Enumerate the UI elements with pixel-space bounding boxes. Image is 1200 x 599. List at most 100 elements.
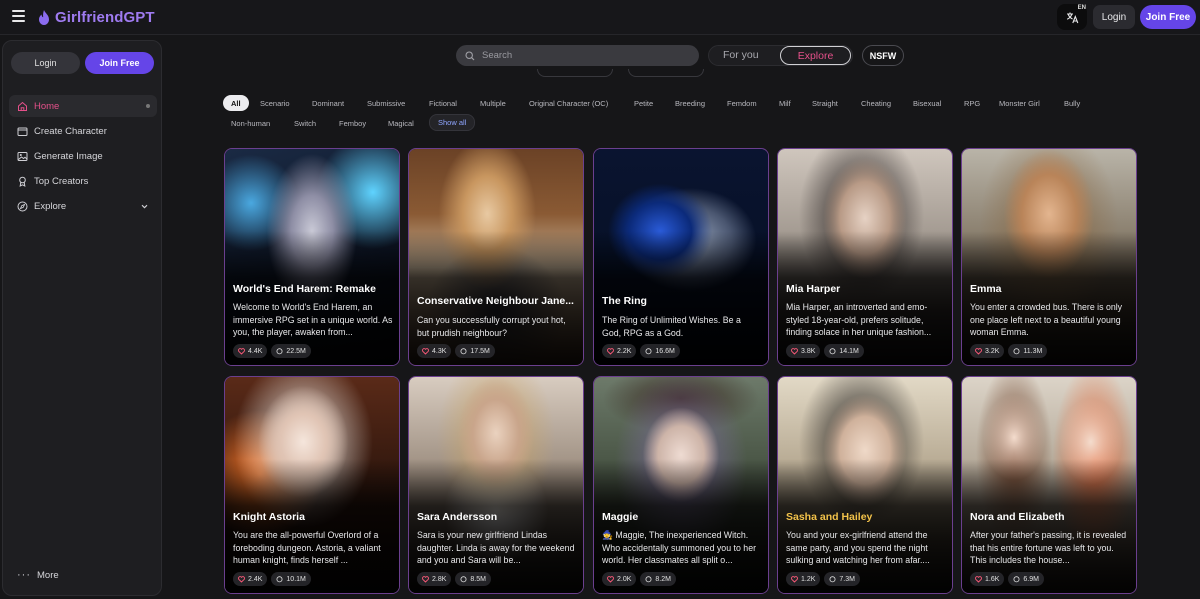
chip-straight[interactable]: Straight — [804, 95, 846, 111]
collapsed-tab-shadow — [537, 69, 613, 77]
chats-count: 7.3M — [824, 572, 860, 586]
chip-cheating[interactable]: Cheating — [853, 95, 899, 111]
card-description: 🧙 Maggie, The inexperienced Witch. Who a… — [602, 530, 757, 565]
sidebar-item-generate-image[interactable]: Generate Image — [9, 145, 157, 167]
translate-icon — [1066, 12, 1078, 23]
card-description: You and your ex-girlfriend attend the sa… — [786, 530, 930, 565]
card-title: Sasha and Hailey — [786, 511, 873, 523]
card-stats: 1.6K 6.9M — [970, 572, 1044, 586]
menu-icon[interactable] — [12, 10, 25, 22]
search-input[interactable]: Search — [456, 45, 699, 66]
sidebar-join-free-button[interactable]: Join Free — [85, 52, 154, 74]
chevron-down-icon[interactable] — [140, 202, 149, 214]
chat-bubble-icon — [645, 347, 652, 354]
show-all-button[interactable]: Show all — [429, 114, 476, 131]
create-icon — [17, 126, 28, 137]
language-badge: EN — [1077, 5, 1086, 11]
card-title: Maggie — [602, 511, 639, 523]
character-card[interactable]: The Ring The Ring of Unlimited Wishes. B… — [593, 148, 769, 366]
character-card[interactable]: World's End Harem: Remake Welcome to Wor… — [224, 148, 400, 366]
sidebar-login-button[interactable]: Login — [11, 52, 80, 74]
heart-icon — [422, 347, 429, 355]
card-stats: 1.2K 7.3M — [786, 572, 860, 586]
character-card[interactable]: Sara Andersson Sara is your new girlfrie… — [408, 376, 584, 594]
sidebar-nav: Home Create Character Generate Image Top… — [9, 95, 157, 221]
likes-count: 2.2K — [602, 344, 637, 358]
character-card[interactable]: Mia Harper Mia Harper, an introverted an… — [777, 148, 953, 366]
sidebar-item-label: Top Creators — [34, 176, 89, 188]
likes-count: 4.4K — [233, 344, 268, 358]
join-free-button[interactable]: Join Free — [1140, 5, 1196, 29]
card-title: Knight Astoria — [233, 511, 305, 523]
character-card[interactable]: Maggie 🧙 Maggie, The inexperienced Witch… — [593, 376, 769, 594]
character-card[interactable]: Emma You enter a crowded bus. There is o… — [961, 148, 1137, 366]
sidebar-item-home[interactable]: Home — [9, 95, 157, 117]
heart-icon — [791, 347, 798, 355]
chat-bubble-icon — [829, 575, 836, 582]
chip-rpg[interactable]: RPG — [956, 95, 988, 111]
home-icon — [17, 101, 28, 112]
chip-milf[interactable]: Milf — [771, 95, 799, 111]
heart-icon — [238, 575, 245, 583]
card-stats: 2.8K 8.5M — [417, 572, 491, 586]
chip-non-human[interactable]: Non-human — [223, 115, 278, 131]
chat-bubble-icon — [1013, 347, 1020, 354]
login-button[interactable]: Login — [1093, 5, 1135, 29]
likes-count: 3.8K — [786, 344, 821, 358]
card-stats: 4.4K 22.5M — [233, 344, 311, 358]
card-description: Mia Harper, an introverted and emo-style… — [786, 302, 932, 337]
likes-count: 1.6K — [970, 572, 1005, 586]
language-button[interactable]: EN — [1057, 4, 1087, 30]
sidebar-more[interactable]: ··· More — [17, 569, 59, 581]
chats-count: 10.1M — [271, 572, 311, 586]
heart-icon — [607, 347, 614, 355]
chats-count: 17.5M — [455, 344, 495, 358]
likes-count: 2.8K — [417, 572, 452, 586]
chip-bully[interactable]: Bully — [1056, 95, 1088, 111]
chip-breeding[interactable]: Breeding — [667, 95, 713, 111]
sidebar-item-create-character[interactable]: Create Character — [9, 120, 157, 142]
sidebar-item-label: Explore — [34, 201, 67, 213]
chat-bubble-icon — [645, 575, 652, 582]
tab-explore[interactable]: Explore — [780, 46, 851, 65]
tab-for-you[interactable]: For you — [723, 49, 759, 61]
card-title: The Ring — [602, 295, 647, 307]
card-description: After your father's passing, it is revea… — [970, 530, 1127, 565]
chip-femboy[interactable]: Femboy — [331, 115, 374, 131]
chip-scenario[interactable]: Scenario — [252, 95, 298, 111]
search-placeholder: Search — [482, 50, 513, 61]
logo[interactable]: GirlfriendGPT — [38, 9, 155, 26]
more-dots-icon: ··· — [17, 569, 31, 581]
card-title: Emma — [970, 283, 1002, 295]
chip-bisexual[interactable]: Bisexual — [905, 95, 949, 111]
chip-multiple[interactable]: Multiple — [472, 95, 514, 111]
chip-original-character[interactable]: Original Character (OC) — [521, 95, 616, 111]
character-card[interactable]: Knight Astoria You are the all-powerful … — [224, 376, 400, 594]
chats-count: 14.1M — [824, 344, 864, 358]
sidebar-item-explore[interactable]: Explore — [9, 196, 157, 218]
chat-bubble-icon — [276, 347, 283, 354]
character-card[interactable]: Conservative Neighbour Jane... Can you s… — [408, 148, 584, 366]
nsfw-toggle[interactable]: NSFW — [862, 45, 904, 66]
character-card[interactable]: Sasha and Hailey You and your ex-girlfri… — [777, 376, 953, 594]
chip-all[interactable]: All — [223, 95, 249, 111]
character-card[interactable]: Nora and Elizabeth After your father's p… — [961, 376, 1137, 594]
award-icon — [17, 176, 28, 187]
sidebar-item-label: Generate Image — [34, 150, 103, 162]
chip-submissive[interactable]: Submissive — [359, 95, 413, 111]
card-title: Nora and Elizabeth — [970, 511, 1065, 523]
heart-icon — [791, 575, 798, 583]
chip-dominant[interactable]: Dominant — [304, 95, 352, 111]
chip-monster-girl[interactable]: Monster Girl — [991, 95, 1048, 111]
chip-magical[interactable]: Magical — [380, 115, 422, 131]
heart-icon — [975, 347, 982, 355]
card-title: World's End Harem: Remake — [233, 283, 376, 295]
chip-switch[interactable]: Switch — [286, 115, 324, 131]
chip-fictional[interactable]: Fictional — [421, 95, 465, 111]
card-stats: 4.3K 17.5M — [417, 344, 495, 358]
chip-femdom[interactable]: Femdom — [719, 95, 765, 111]
sidebar-item-top-creators[interactable]: Top Creators — [9, 171, 157, 193]
card-stats: 2.0K 8.2M — [602, 572, 676, 586]
heart-icon — [975, 575, 982, 583]
chip-petite[interactable]: Petite — [626, 95, 661, 111]
